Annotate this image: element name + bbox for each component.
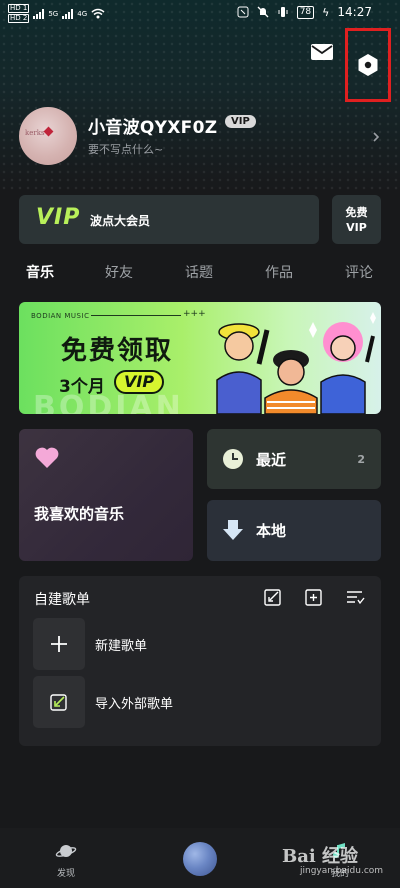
mute-bell-icon: [257, 6, 269, 18]
heart-icon: [35, 447, 59, 468]
recent-count: 2: [357, 453, 365, 466]
import-playlist-row[interactable]: 导入外部歌单: [33, 676, 363, 728]
avatar-scribble: kerks: [25, 129, 45, 137]
network-type-1: 5G: [48, 9, 59, 18]
signal-icon-2: [62, 8, 74, 19]
import-playlist-label: 导入外部歌单: [95, 697, 174, 712]
new-playlist-row[interactable]: 新建歌单: [33, 618, 363, 670]
avatar-heart: [43, 126, 54, 137]
nav-discover-label: 发现: [56, 869, 75, 879]
profile-tabs: 音乐 好友 话题 作品 评论: [0, 260, 400, 284]
settings-button[interactable]: [345, 28, 391, 102]
add-icon[interactable]: [304, 587, 324, 607]
new-playlist-label: 新建歌单: [95, 639, 148, 654]
tab-music[interactable]: 音乐: [26, 262, 54, 282]
banner-rule: [91, 315, 181, 316]
banner-ghost-text: BODIAN: [33, 390, 184, 414]
vip-logo: VIP: [36, 205, 81, 230]
now-playing-disc[interactable]: [183, 842, 217, 876]
nav-discover[interactable]: 发现: [50, 842, 82, 879]
download-arrow-icon: [223, 520, 243, 540]
edit-icon[interactable]: [263, 587, 283, 607]
banner-brand: BODIAN MUSIC: [31, 312, 90, 320]
chevron-right-icon[interactable]: [371, 128, 381, 142]
tab-topics[interactable]: 话题: [185, 262, 213, 282]
nfc-icon: [237, 6, 249, 18]
tab-works[interactable]: 作品: [265, 262, 293, 282]
import-icon: [33, 676, 85, 728]
mail-icon: [311, 44, 333, 60]
playlists-title: 自建歌单: [34, 592, 90, 608]
favorites-label: 我喜欢的音乐: [34, 505, 125, 523]
sim1-tag: HD 1: [8, 4, 30, 13]
vip-membership-card[interactable]: VIP 波点大会员: [19, 195, 319, 244]
vibrate-icon: [278, 7, 288, 17]
watermark-url: jingyan.baidu.com: [300, 866, 384, 876]
wifi-icon: [91, 8, 105, 19]
free-vip-line1: 免费: [345, 206, 368, 219]
avatar[interactable]: kerks: [19, 107, 77, 165]
tab-comments[interactable]: 评论: [345, 262, 373, 282]
sim2-tag: HD 2: [8, 14, 30, 23]
clock-icon: [223, 449, 243, 469]
bottom-nav: 发现 我的 Bai 经验 jingyan.baidu.com: [0, 828, 400, 888]
watermark-logo: Bai 经验: [282, 846, 358, 867]
user-bio[interactable]: 要不写点什么~: [88, 141, 163, 157]
playlists-card: 自建歌单 新建歌单 导入外部歌单: [19, 576, 381, 746]
settings-hexagon-icon: [358, 54, 378, 76]
clock-time: 14:27: [337, 5, 372, 19]
banner-illustration: [216, 312, 376, 414]
signal-icon: [33, 8, 45, 19]
sort-icon[interactable]: [345, 587, 365, 607]
free-vip-line2: VIP: [346, 221, 367, 234]
local-tile[interactable]: 本地: [207, 500, 381, 561]
promo-banner[interactable]: BODIAN MUSIC +++ 免费领取 3个月 VIP BODIAN: [19, 302, 381, 414]
planet-icon: [55, 845, 77, 857]
battery-indicator: 78: [296, 5, 315, 19]
vip-badge[interactable]: VIP: [225, 115, 256, 128]
charging-icon: ϟ: [322, 5, 330, 19]
free-vip-button[interactable]: 免费 VIP: [332, 195, 381, 244]
tab-friends[interactable]: 好友: [105, 262, 133, 282]
banner-headline: 免费领取: [61, 336, 174, 366]
vip-card-label: 波点大会员: [90, 214, 151, 228]
recent-tile[interactable]: 最近 2: [207, 429, 381, 489]
favorites-tile[interactable]: 我喜欢的音乐: [19, 429, 193, 561]
status-bar: HD 1 HD 2 5G 4G 78 ϟ 14:27: [0, 0, 400, 28]
local-label: 本地: [256, 522, 287, 540]
mail-button[interactable]: [310, 42, 334, 62]
recent-label: 最近: [256, 451, 287, 469]
username[interactable]: 小音波QYXF0Z: [88, 113, 217, 138]
plus-icon: [33, 618, 85, 670]
network-type-2: 4G: [77, 9, 88, 18]
